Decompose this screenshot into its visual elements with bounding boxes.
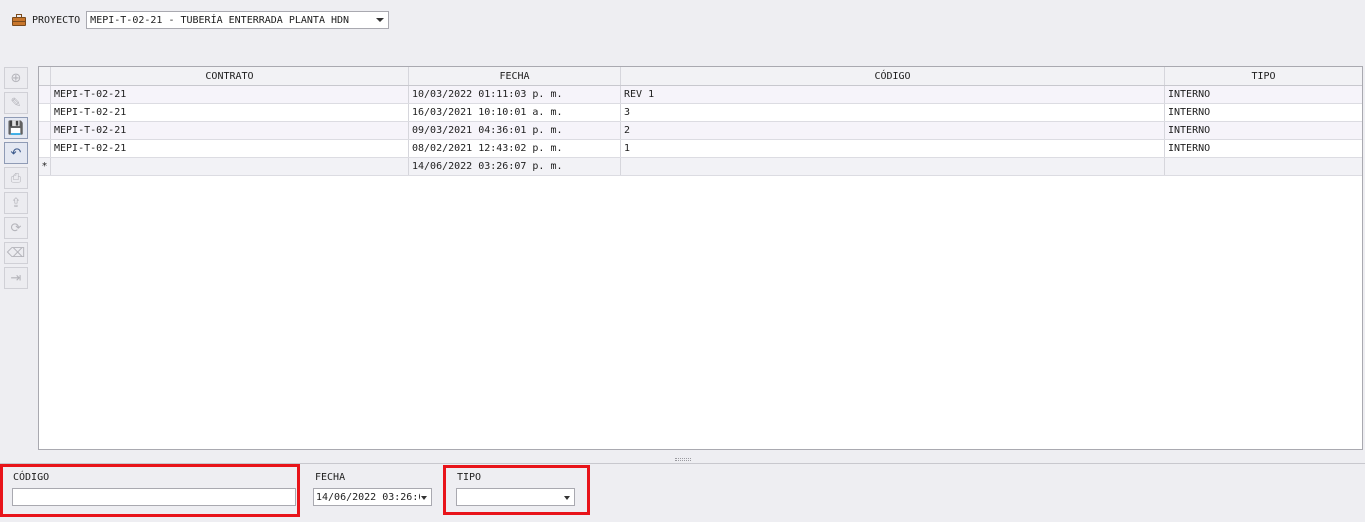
- print-button[interactable]: ⎙: [4, 167, 28, 189]
- print-icon: ⎙: [10, 170, 22, 186]
- codigo-label: CÓDIGO: [13, 472, 50, 483]
- data-grid[interactable]: CONTRATO FECHA CÓDIGO TIPO MEPI-T-02-21 …: [38, 66, 1363, 450]
- cell-contrato[interactable]: MEPI-T-02-21: [51, 104, 409, 121]
- codigo-input[interactable]: [12, 488, 296, 506]
- export-icon: ⇪: [10, 195, 22, 211]
- tipo-select[interactable]: [456, 488, 575, 506]
- tipo-label: TIPO: [457, 472, 482, 483]
- cell-codigo[interactable]: 1: [621, 140, 1165, 157]
- vertical-toolbar: ⊕ ✎ 💾 ↶ ⎙ ⇪ ⟳ ⌫ ⇥: [4, 67, 32, 292]
- refresh-button[interactable]: ⟳: [4, 217, 28, 239]
- briefcase-icon: [12, 14, 26, 26]
- cell-codigo[interactable]: 2: [621, 122, 1165, 139]
- project-bar: PROYECTO MEPI-T-02-21 - TUBERÍA ENTERRAD…: [12, 11, 390, 29]
- edit-icon: ✎: [10, 95, 22, 111]
- cell-fecha[interactable]: 10/03/2022 01:11:03 p. m.: [409, 86, 621, 103]
- row-indicator-header: [39, 67, 51, 85]
- project-select-value: MEPI-T-02-21 - TUBERÍA ENTERRADA PLANTA …: [90, 14, 350, 26]
- fecha-value: 14/06/2022 03:26:07 p. m.: [316, 491, 420, 503]
- row-indicator[interactable]: [39, 86, 51, 103]
- save-button[interactable]: 💾: [4, 117, 28, 139]
- edit-button[interactable]: ✎: [4, 92, 28, 114]
- cell-tipo[interactable]: INTERNO: [1165, 86, 1362, 103]
- grid-header: CONTRATO FECHA CÓDIGO TIPO: [39, 67, 1362, 86]
- cell-tipo[interactable]: INTERNO: [1165, 104, 1362, 121]
- column-header-fecha[interactable]: FECHA: [409, 67, 621, 85]
- cell-contrato[interactable]: MEPI-T-02-21: [51, 86, 409, 103]
- column-header-contrato[interactable]: CONTRATO: [51, 67, 409, 85]
- cell-fecha[interactable]: 09/03/2021 04:36:01 p. m.: [409, 122, 621, 139]
- new-row-indicator[interactable]: *: [39, 158, 51, 175]
- eraser-button[interactable]: ⌫: [4, 242, 28, 264]
- undo-button[interactable]: ↶: [4, 142, 28, 164]
- cell-codigo[interactable]: REV 1: [621, 86, 1165, 103]
- chevron-down-icon[interactable]: [376, 18, 385, 22]
- table-row[interactable]: MEPI-T-02-21 08/02/2021 12:43:02 p. m. 1…: [39, 140, 1362, 158]
- cell-fecha[interactable]: 14/06/2022 03:26:07 p. m.: [409, 158, 621, 175]
- cell-fecha[interactable]: 16/03/2021 10:10:01 a. m.: [409, 104, 621, 121]
- add-button[interactable]: ⊕: [4, 67, 28, 89]
- fecha-datepicker[interactable]: 14/06/2022 03:26:07 p. m.: [313, 488, 432, 506]
- table-row[interactable]: MEPI-T-02-21 09/03/2021 04:36:01 p. m. 2…: [39, 122, 1362, 140]
- eraser-icon: ⌫: [6, 245, 26, 261]
- table-row[interactable]: MEPI-T-02-21 16/03/2021 10:10:01 a. m. 3…: [39, 104, 1362, 122]
- save-icon: 💾: [7, 120, 25, 136]
- cell-tipo[interactable]: INTERNO: [1165, 122, 1362, 139]
- cell-contrato[interactable]: MEPI-T-02-21: [51, 140, 409, 157]
- project-label: PROYECTO: [32, 14, 81, 26]
- cell-contrato[interactable]: [51, 158, 409, 175]
- project-select[interactable]: MEPI-T-02-21 - TUBERÍA ENTERRADA PLANTA …: [86, 11, 390, 29]
- cell-codigo[interactable]: 3: [621, 104, 1165, 121]
- new-row[interactable]: * 14/06/2022 03:26:07 p. m.: [39, 158, 1362, 176]
- column-header-codigo[interactable]: CÓDIGO: [621, 67, 1165, 85]
- chevron-down-icon[interactable]: [421, 496, 427, 500]
- refresh-icon: ⟳: [10, 220, 22, 236]
- row-indicator[interactable]: [39, 104, 51, 121]
- undo-icon: ↶: [10, 145, 22, 161]
- cell-tipo[interactable]: [1165, 158, 1362, 175]
- exit-icon: ⇥: [10, 270, 22, 286]
- export-button[interactable]: ⇪: [4, 192, 28, 214]
- cell-codigo[interactable]: [621, 158, 1165, 175]
- table-row[interactable]: MEPI-T-02-21 10/03/2022 01:11:03 p. m. R…: [39, 86, 1362, 104]
- exit-button[interactable]: ⇥: [4, 267, 28, 289]
- fecha-label: FECHA: [315, 472, 346, 483]
- row-indicator[interactable]: [39, 122, 51, 139]
- row-indicator[interactable]: [39, 140, 51, 157]
- splitter-handle[interactable]: [675, 458, 691, 461]
- cell-fecha[interactable]: 08/02/2021 12:43:02 p. m.: [409, 140, 621, 157]
- add-icon: ⊕: [10, 70, 22, 86]
- chevron-down-icon[interactable]: [564, 496, 570, 500]
- column-header-tipo[interactable]: TIPO: [1165, 67, 1362, 85]
- cell-tipo[interactable]: INTERNO: [1165, 140, 1362, 157]
- cell-contrato[interactable]: MEPI-T-02-21: [51, 122, 409, 139]
